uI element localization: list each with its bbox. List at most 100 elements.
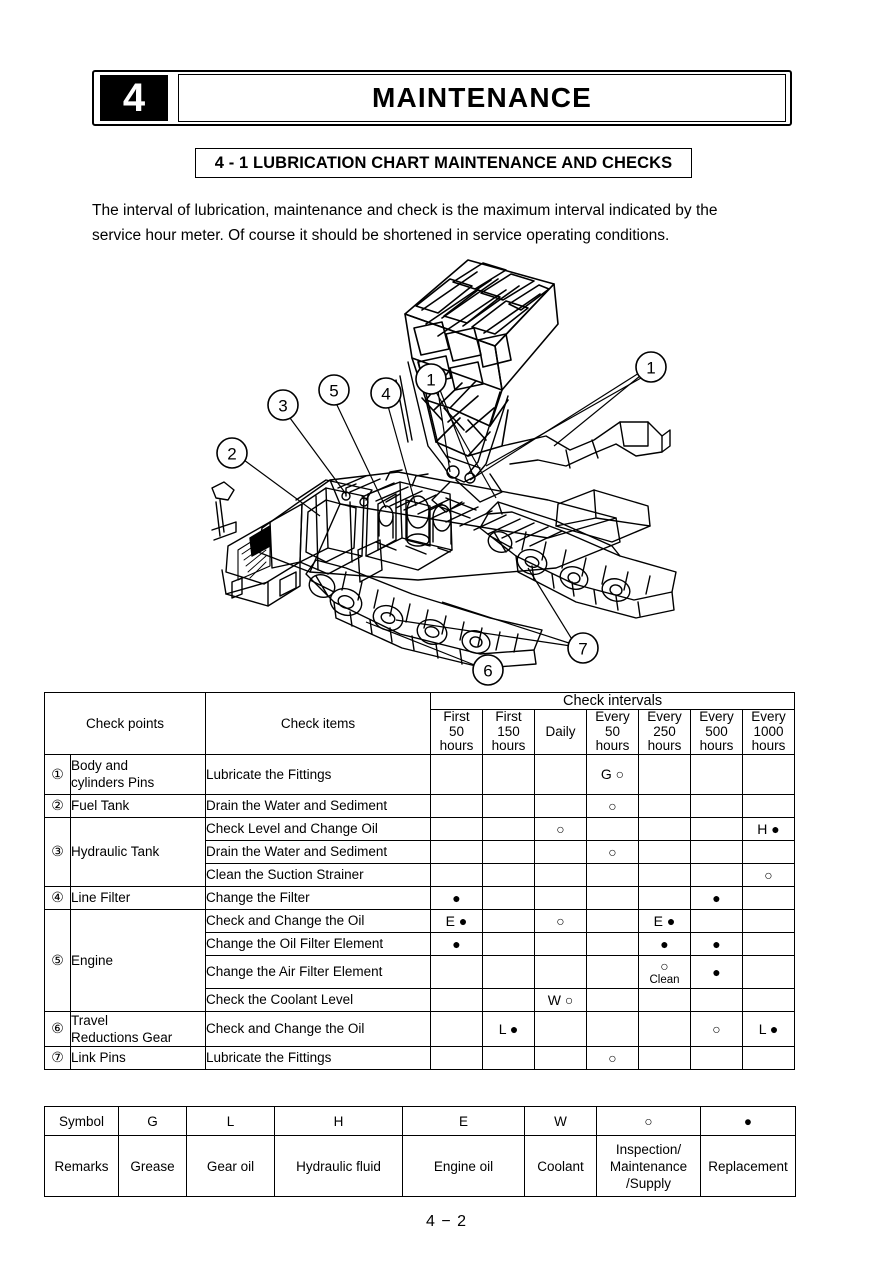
table-row: ⑥ Travel Reductions Gear Check and Chang… (44, 1010, 796, 1047)
legend-symbol-l: L (186, 1106, 275, 1136)
intro-paragraph: The interval of lubrication, maintenance… (92, 198, 802, 248)
rear-frame (501, 421, 671, 469)
mark-cell (430, 753, 484, 795)
left-track (305, 559, 543, 669)
legend-remark-inspection: Inspection/ Maintenance /Supply (596, 1135, 701, 1197)
mark-cell: ○ (586, 839, 640, 864)
check-item: Check Level and Change Oil (205, 816, 432, 841)
svg-text:5: 5 (329, 382, 338, 401)
svg-text:6: 6 (483, 662, 492, 681)
check-item: Lubricate the Fittings (205, 753, 432, 795)
table-row: ③ Hydraulic Tank Check Level and Change … (44, 816, 796, 887)
chapter-header: 4 MAINTENANCE (92, 70, 792, 126)
mark-cell (638, 862, 692, 887)
mark-cell (586, 954, 640, 989)
mark-cell: ○ (586, 793, 640, 818)
mark-cell (534, 885, 588, 910)
mark-cell (690, 816, 744, 841)
point-number: ⑦ (44, 1045, 71, 1070)
table-row: ④ Line Filter Change the Filter ● ● (44, 885, 796, 910)
svg-text:1: 1 (646, 359, 655, 378)
legend-remark-hydraulic-fluid: Hydraulic fluid (274, 1135, 403, 1197)
mark-cell (534, 954, 588, 989)
svg-text:2: 2 (227, 445, 236, 464)
mark-cell (586, 931, 640, 956)
mark-cell: ○ (534, 908, 588, 933)
callout-1-center: 1 (415, 363, 447, 395)
mark-cell: ● (690, 885, 744, 910)
point-label: Hydraulic Tank (69, 816, 207, 887)
mark-cell (586, 908, 640, 933)
mark-cell (534, 839, 588, 864)
mark-cell (638, 1010, 692, 1047)
mark-cell: ● (690, 931, 744, 956)
mark-cell (482, 839, 536, 864)
mark-cell (690, 753, 744, 795)
legend-remark-grease: Grease (118, 1135, 187, 1197)
point-label: Line Filter (69, 885, 207, 910)
mark-cell: ○ (586, 1045, 640, 1070)
check-item: Clean the Suction Strainer (205, 862, 432, 887)
mark-cell (430, 839, 484, 864)
mark-note: Clean (649, 973, 680, 986)
mark-cell: E ● (430, 908, 484, 933)
header-interval-first-50: First 50 hours (430, 709, 484, 755)
mark-cell: ● (430, 885, 484, 910)
mark-cell (534, 1010, 588, 1047)
mark-cell (690, 987, 744, 1012)
mark-cell (690, 1045, 744, 1070)
mark-cell (482, 862, 536, 887)
table-row: ② Fuel Tank Drain the Water and Sediment… (44, 793, 796, 818)
intro-line-2: service hour meter. Of course it should … (92, 227, 670, 244)
dump-bed (404, 259, 559, 457)
svg-text:1: 1 (426, 371, 435, 390)
mark-cell (742, 885, 796, 910)
mark-cell (690, 793, 744, 818)
point-number: ④ (44, 885, 71, 910)
header-interval-every-1000: Every 1000 hours (742, 709, 796, 755)
mark-cell (742, 839, 796, 864)
callout-7: 7 (567, 632, 599, 664)
maintenance-table: Check points Check items Check intervals… (43, 692, 796, 1070)
header-interval-every-50: Every 50 hours (586, 709, 640, 755)
mark-cell: ○ (742, 862, 796, 887)
legend-remark-replacement: Replacement (700, 1135, 796, 1197)
check-item: Change the Filter (205, 885, 432, 910)
table-body: ① Body and cylinders Pins Lubricate the … (44, 753, 796, 1070)
chapter-title-box: MAINTENANCE (178, 74, 786, 122)
check-item: Change the Air Filter Element (205, 954, 432, 989)
legend-symbol-e: E (402, 1106, 525, 1136)
table-row: ⑤ Engine Check and Change the Oil E ● ○ … (44, 908, 796, 1012)
mark-cell (742, 987, 796, 1012)
callout-6: 6 (472, 654, 504, 686)
mark-cell: H ● (742, 816, 796, 841)
page-number: 4 − 2 (425, 1213, 468, 1230)
mark-cell (534, 753, 588, 795)
mark-cell (430, 987, 484, 1012)
section-title-box: 4 - 1 LUBRICATION CHART MAINTENANCE AND … (195, 148, 692, 178)
mark-cell: E ● (638, 908, 692, 933)
chapter-number-badge: 4 (100, 75, 168, 121)
callout-2: 2 (216, 437, 248, 469)
legend-symbol-label: Symbol (44, 1106, 119, 1136)
mark-cell (638, 753, 692, 795)
point-label: Link Pins (69, 1045, 207, 1070)
mark-cell: ● (690, 954, 744, 989)
check-item: Check and Change the Oil (205, 1010, 432, 1047)
legend-remark-gear-oil: Gear oil (186, 1135, 275, 1197)
callout-1-right: 1 (635, 351, 667, 383)
mark-cell (430, 954, 484, 989)
mark-cell (638, 1045, 692, 1070)
mark-cell (742, 908, 796, 933)
mark-cell (742, 954, 796, 989)
mark-cell (482, 908, 536, 933)
point-label: Travel Reductions Gear (69, 1010, 207, 1047)
mark-cell: L ● (742, 1010, 796, 1047)
mark-cell (482, 954, 536, 989)
table-row: ⑦ Link Pins Lubricate the Fittings ○ (44, 1045, 796, 1070)
mark-cell (586, 816, 640, 841)
svg-text:4: 4 (381, 385, 390, 404)
mark-cell (534, 793, 588, 818)
legend-symbol-w: W (524, 1106, 597, 1136)
mark-cell (482, 885, 536, 910)
